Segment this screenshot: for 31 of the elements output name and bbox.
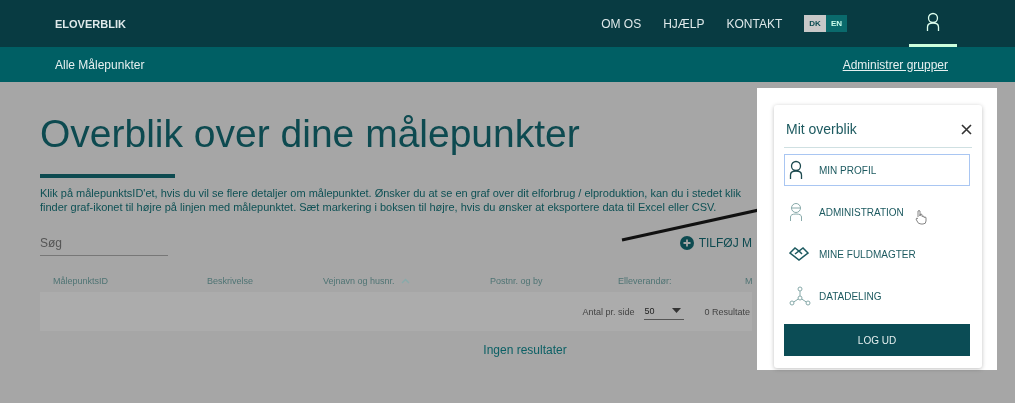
nav-link[interactable]: OM OS bbox=[601, 16, 642, 31]
worker-icon bbox=[789, 202, 803, 222]
menu-item[interactable]: ADMINISTRATION bbox=[784, 196, 970, 228]
manage-groups-link[interactable]: Administrer grupper bbox=[842, 57, 948, 72]
network-icon bbox=[789, 286, 811, 306]
search-field[interactable]: Søg bbox=[40, 230, 168, 256]
add-button[interactable]: TILFØJ M bbox=[679, 236, 752, 256]
hand-cursor-icon bbox=[915, 209, 927, 225]
intro-text: Klik på målepunktsID'et, hvis du vil se flere detaljer om målepunktet. Ønsker du at se en graf over dit elforbrug / elproduktion, kan du i stedet klik bbox=[40, 186, 741, 200]
menu-title: Mit overblik bbox=[786, 121, 857, 137]
nav-link[interactable]: HJÆLP bbox=[663, 16, 705, 31]
plus-icon bbox=[679, 236, 694, 250]
menu-item[interactable]: DATADELING bbox=[784, 280, 970, 312]
page-heading: Overblik over dine målepunkter bbox=[40, 112, 580, 156]
menu-item[interactable]: MINE FULDMAGTER bbox=[784, 238, 970, 270]
close-icon[interactable] bbox=[961, 123, 972, 135]
brand-logo[interactable]: ELOVERBLIK bbox=[55, 17, 126, 30]
nav-link[interactable]: KONTAKT bbox=[726, 16, 783, 31]
dropdown-caret-icon bbox=[672, 308, 682, 313]
page-title: Alle Målepunkter bbox=[55, 57, 145, 72]
per-page-label: Antal pr. side bbox=[582, 306, 635, 317]
per-page-select[interactable]: 50 bbox=[644, 303, 685, 320]
person-icon bbox=[789, 160, 803, 180]
empty-message: Ingen resultater bbox=[482, 343, 568, 357]
language-tab[interactable]: EN bbox=[825, 15, 847, 32]
handshake-icon bbox=[789, 247, 809, 261]
menu-item[interactable]: MIN PROFIL bbox=[784, 154, 970, 186]
logout-button[interactable]: LOG UD bbox=[784, 324, 970, 356]
intro-text: finder graf-ikonet til højre på linjen med målepunktet. Sæt markering i boksen til højre, hvis du ønsker at eksportere data til Excel eller CSV. bbox=[40, 200, 717, 214]
language-tab[interactable]: DK bbox=[804, 15, 826, 32]
results-count: 0 Resultate bbox=[704, 306, 750, 317]
